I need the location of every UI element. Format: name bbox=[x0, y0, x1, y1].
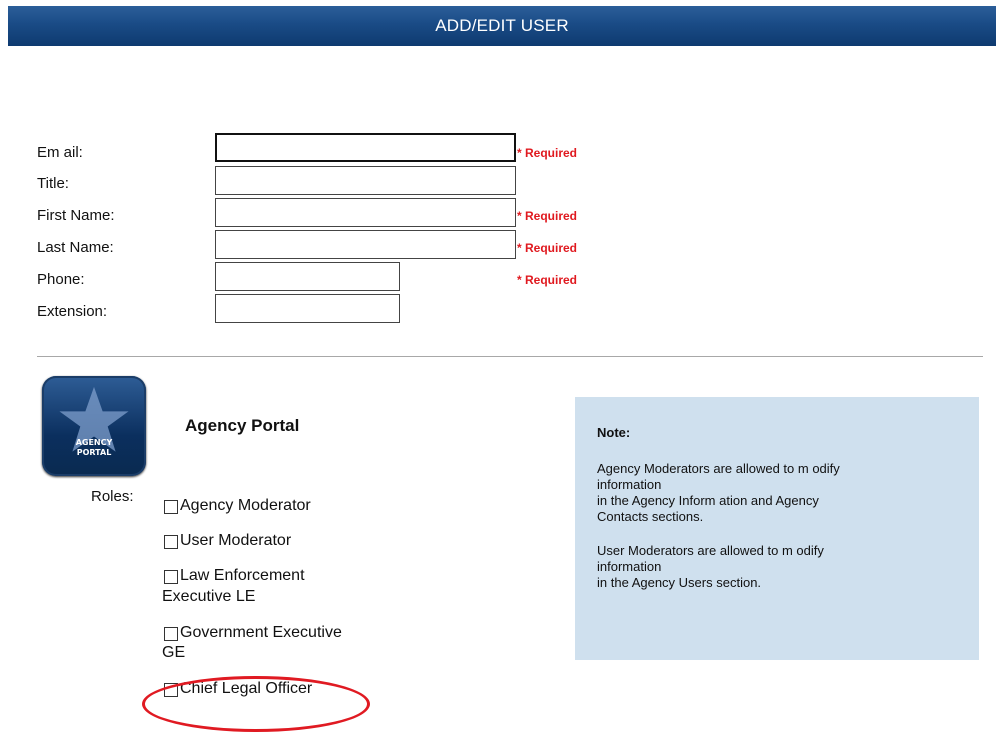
checkbox-icon[interactable] bbox=[164, 500, 178, 514]
title-label: Title: bbox=[37, 175, 69, 192]
phone-field[interactable] bbox=[215, 262, 400, 291]
note-text: Contacts sections. bbox=[597, 509, 704, 524]
last-name-label: Last Name: bbox=[37, 239, 114, 256]
role-agency-moderator[interactable]: Agency Moderator bbox=[164, 497, 311, 515]
email-field[interactable] bbox=[215, 133, 516, 162]
note-text: User Moderators are allowed to m odify bbox=[597, 543, 824, 558]
role-chief-legal-officer[interactable]: Chief Legal Officer bbox=[164, 680, 312, 698]
extension-label: Extension: bbox=[37, 303, 108, 320]
role-label: User Moderator bbox=[180, 532, 292, 549]
extension-field[interactable] bbox=[215, 294, 400, 323]
email-required-indicator: * Required bbox=[517, 146, 578, 160]
checkbox-icon[interactable] bbox=[164, 570, 178, 584]
portal-icon-text-line2: PORTAL bbox=[76, 448, 112, 457]
role-label: Law Enforcement bbox=[180, 567, 305, 584]
roles-label: Roles: bbox=[91, 488, 134, 505]
checkbox-icon[interactable] bbox=[164, 683, 178, 697]
note-text: information bbox=[597, 559, 662, 574]
email-label: Em ail: bbox=[37, 144, 83, 161]
role-label-continued: Executive LE bbox=[162, 588, 256, 605]
note-paragraph-user-moderators: User Moderators are allowed to m odify i… bbox=[597, 543, 957, 591]
note-text: information bbox=[597, 477, 662, 492]
first-name-field[interactable] bbox=[215, 198, 516, 227]
role-government-executive[interactable]: Government Executive bbox=[164, 624, 342, 642]
last-name-required-indicator: * Required bbox=[517, 241, 578, 255]
role-label-continued: GE bbox=[162, 644, 186, 661]
note-text: Agency Moderators are allowed to m odify bbox=[597, 461, 840, 476]
last-name-field[interactable] bbox=[215, 230, 516, 259]
page-title: ADD/EDIT USER bbox=[435, 16, 569, 35]
role-label: Chief Legal Officer bbox=[180, 680, 313, 697]
note-text: in the Agency Users section. bbox=[597, 575, 762, 590]
note-paragraph-agency-moderators: Agency Moderators are allowed to m odify… bbox=[597, 461, 957, 525]
section-divider bbox=[37, 356, 983, 357]
role-law-enforcement-executive[interactable]: Law Enforcement bbox=[164, 567, 305, 585]
first-name-required-indicator: * Required bbox=[517, 209, 578, 223]
page-header: ADD/EDIT USER bbox=[8, 6, 996, 46]
role-user-moderator[interactable]: User Moderator bbox=[164, 532, 291, 550]
note-panel: Note: Agency Moderators are allowed to m… bbox=[575, 397, 979, 660]
role-label: Government Executive bbox=[180, 624, 342, 641]
first-name-label: First Name: bbox=[37, 207, 115, 224]
phone-label: Phone: bbox=[37, 271, 85, 288]
checkbox-icon[interactable] bbox=[164, 535, 178, 549]
portal-title: Agency Portal bbox=[185, 416, 300, 435]
role-label: Agency Moderator bbox=[180, 497, 311, 514]
title-field[interactable] bbox=[215, 166, 516, 195]
note-text: in the Agency Inform ation and Agency bbox=[597, 493, 819, 508]
portal-icon-caption: AGENCY PORTAL bbox=[42, 438, 146, 458]
portal-icon-text-line1: AGENCY bbox=[75, 438, 113, 447]
note-title: Note: bbox=[597, 425, 631, 440]
agency-portal-star-icon: AGENCY PORTAL bbox=[42, 376, 146, 476]
phone-required-indicator: * Required bbox=[517, 273, 578, 287]
checkbox-icon[interactable] bbox=[164, 627, 178, 641]
